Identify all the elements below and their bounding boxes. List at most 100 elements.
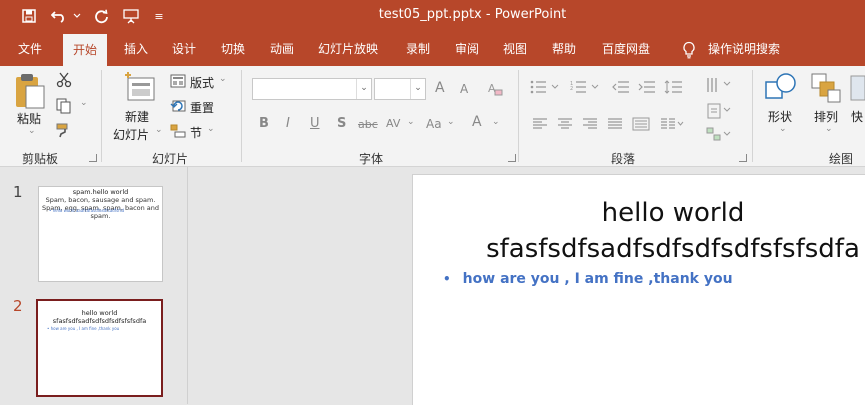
paste-label[interactable]: 粘贴 (17, 110, 41, 127)
thumb-2-bullet: • how are you , I am fine ,thank you (47, 326, 120, 331)
svg-text:2: 2 (570, 86, 573, 92)
quick-styles-icon[interactable] (850, 74, 865, 107)
new-slide-icon[interactable] (122, 72, 156, 107)
tab-design[interactable]: 设计 (172, 32, 196, 66)
thumb-1-body-line-1: Spam, bacon, sausage and spam. (45, 196, 156, 204)
tab-baidu-netdisk[interactable]: 百度网盘 (602, 32, 650, 66)
font-name-dropdown[interactable]: ⌄ (252, 78, 372, 100)
paragraph-launcher-icon[interactable] (739, 154, 747, 162)
section-dropdown-icon[interactable]: ⌄ (207, 124, 215, 134)
font-group-label: 字体 (359, 152, 384, 166)
italic-button[interactable]: I (286, 116, 290, 131)
title-bar: ≡ test05_ppt.pptx - PowerPoint (0, 0, 865, 32)
shrink-font-button[interactable]: A (460, 82, 468, 96)
align-left-icon[interactable] (532, 118, 548, 133)
cut-icon[interactable] (56, 72, 72, 91)
slide-thumbnail-1[interactable]: spam.hello world Spam, bacon, sausage an… (38, 186, 163, 282)
increase-indent-icon[interactable] (638, 80, 656, 97)
tab-home[interactable]: 开始 (63, 34, 108, 66)
grow-font-button[interactable]: A (435, 80, 445, 96)
ribbon-separator (752, 70, 753, 162)
font-color-dropdown-icon[interactable]: ⌄ (492, 117, 500, 127)
copy-icon[interactable] (56, 98, 72, 117)
shadow-button[interactable]: S (337, 116, 346, 131)
slide-title-line-1[interactable]: hello world (413, 197, 865, 229)
reset-button[interactable]: 重置 (190, 99, 214, 116)
thumb-1-body-line-3: spam. (90, 212, 111, 220)
thumb-1-title: spam.hello world (72, 188, 129, 196)
bold-button[interactable]: B (259, 116, 269, 131)
layout-button[interactable]: 版式 (190, 74, 214, 91)
clear-formatting-icon[interactable]: A (487, 81, 503, 100)
font-color-button[interactable]: A (472, 114, 482, 130)
character-spacing-button[interactable]: AV (386, 117, 400, 130)
shapes-label[interactable]: 形状 (768, 108, 792, 125)
slide-thumbnail-2-selected[interactable]: hello world sfasfsdfsadfsdfsdfsdfsfsfsdf… (36, 299, 163, 397)
ribbon-separator (241, 70, 242, 162)
slide-number-2: 2 (13, 297, 23, 315)
reset-icon[interactable] (170, 99, 186, 116)
tab-transitions[interactable]: 切换 (221, 32, 245, 66)
new-slide-label-1[interactable]: 新建 (125, 108, 149, 125)
tab-view[interactable]: 视图 (503, 32, 527, 66)
ribbon-home: 粘贴 ⌄ ⌄ 剪贴板 新建 幻灯片 ⌄ 版式 ⌄ 重置 节 ⌄ 幻灯片 ⌄ ⌄ … (0, 66, 865, 167)
font-size-dropdown-icon[interactable]: ⌄ (410, 79, 425, 99)
strikethrough-button[interactable]: abc (358, 118, 378, 131)
section-button[interactable]: 节 (190, 124, 202, 141)
shapes-icon[interactable] (764, 72, 800, 109)
bullets-icon[interactable] (530, 80, 560, 97)
align-right-icon[interactable] (582, 118, 598, 133)
change-case-dropdown-icon[interactable]: ⌄ (447, 117, 455, 127)
paste-icon[interactable] (14, 72, 48, 115)
slide-canvas[interactable]: hello world sfasfsdfsadfsdfsdfsdfsfsfsdf… (412, 174, 865, 405)
ribbon-separator (101, 70, 102, 162)
layout-icon[interactable] (170, 74, 186, 91)
tab-animations[interactable]: 动画 (270, 32, 294, 66)
tab-review[interactable]: 审阅 (455, 32, 479, 66)
clipboard-launcher-icon[interactable] (89, 154, 97, 162)
shapes-dropdown-icon[interactable]: ⌄ (779, 124, 787, 134)
thumb-1-bullet: • hello world aaafsdfasdfasdfsadfsfsd (49, 208, 125, 213)
copy-dropdown-icon[interactable]: ⌄ (80, 98, 88, 108)
slide-bullet[interactable]: • how are you , I am fine ,thank you (443, 271, 733, 287)
text-direction-icon[interactable] (706, 76, 732, 97)
slide-bullet-text: how are you , I am fine ,thank you (462, 271, 733, 287)
align-text-icon[interactable] (706, 102, 732, 123)
line-spacing-icon[interactable] (664, 80, 686, 97)
section-icon[interactable] (170, 124, 186, 141)
decrease-indent-icon[interactable] (612, 80, 630, 97)
font-launcher-icon[interactable] (508, 154, 516, 162)
tell-me-search[interactable]: 操作说明搜索 (708, 32, 780, 66)
arrange-label[interactable]: 排列 (814, 108, 838, 125)
layout-dropdown-icon[interactable]: ⌄ (219, 74, 227, 84)
columns-icon[interactable] (660, 117, 684, 134)
tab-insert[interactable]: 插入 (124, 32, 148, 66)
underline-button[interactable]: U (310, 116, 320, 131)
lightbulb-icon[interactable] (682, 32, 696, 66)
justify-icon[interactable] (607, 118, 623, 133)
smartart-icon[interactable] (706, 126, 732, 147)
distributed-icon[interactable] (632, 117, 650, 134)
font-size-dropdown[interactable]: ⌄ (374, 78, 426, 100)
align-center-icon[interactable] (557, 118, 573, 133)
clipboard-group-label: 剪贴板 (22, 152, 59, 166)
font-name-dropdown-icon[interactable]: ⌄ (356, 79, 371, 99)
slide-title-line-2[interactable]: sfasfsdfsadfsdfsdfsdfsfsfsdfa (413, 233, 865, 265)
paragraph-group-label: 段落 (611, 152, 636, 166)
change-case-button[interactable]: Aa (426, 117, 442, 131)
thumb-2-subtitle: sfasfsdfsadfsdfsdfsdfsfsfsdfa (52, 317, 147, 325)
new-slide-dropdown-icon[interactable]: ⌄ (155, 125, 163, 135)
arrange-icon[interactable] (810, 72, 844, 109)
tab-slideshow[interactable]: 幻灯片放映 (318, 32, 378, 66)
numbering-icon[interactable]: 12 (570, 80, 600, 97)
tab-help[interactable]: 帮助 (552, 32, 576, 66)
character-spacing-dropdown-icon[interactable]: ⌄ (407, 117, 415, 127)
format-painter-icon[interactable] (56, 122, 72, 141)
arrange-dropdown-icon[interactable]: ⌄ (825, 124, 833, 134)
tab-record[interactable]: 录制 (406, 32, 430, 66)
paste-dropdown-icon[interactable]: ⌄ (28, 126, 36, 136)
new-slide-label-2[interactable]: 幻灯片 (113, 126, 149, 143)
thumb-2-title: hello world (81, 309, 118, 317)
quick-styles-label[interactable]: 快 (851, 108, 863, 125)
tab-file[interactable]: 文件 (18, 32, 42, 66)
